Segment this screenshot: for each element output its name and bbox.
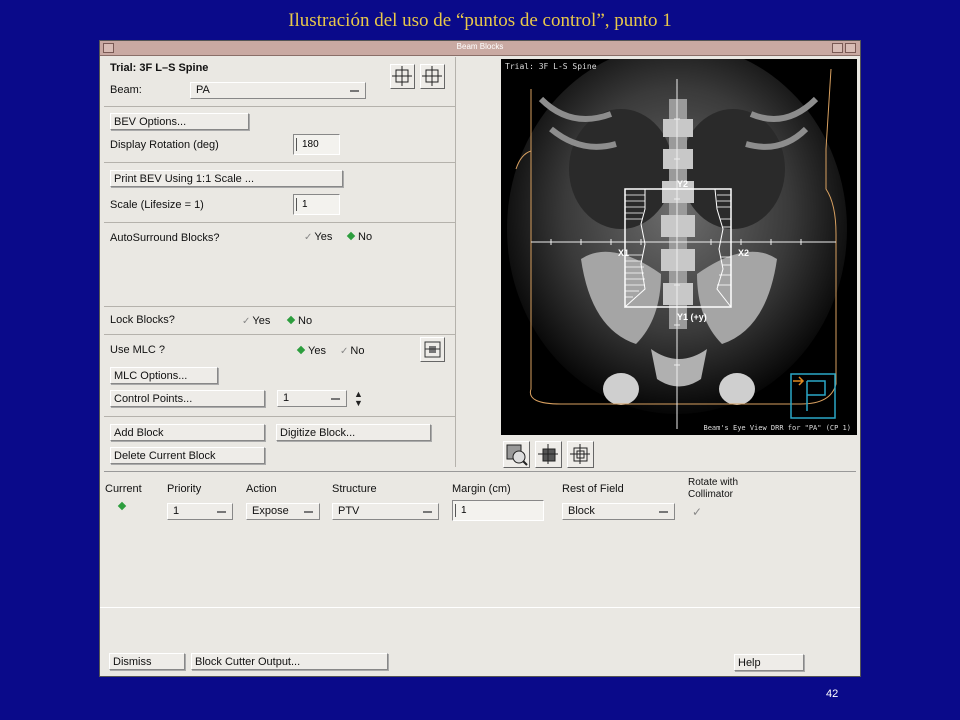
delete-block-button[interactable]: Delete Current Block bbox=[110, 447, 265, 464]
minimize-icon[interactable] bbox=[832, 43, 843, 53]
margin-input[interactable]: 1 bbox=[452, 500, 544, 521]
display-rotation-label: Display Rotation (deg) bbox=[110, 139, 219, 151]
autosurround-yes-radio[interactable]: ✓ Yes bbox=[304, 231, 332, 243]
lock-blocks-yes-radio[interactable]: ✓ Yes bbox=[242, 315, 270, 327]
dismiss-button[interactable]: Dismiss bbox=[109, 653, 185, 670]
digitize-block-button[interactable]: Digitize Block... bbox=[276, 424, 431, 441]
rotate-with-collimator-checkbox[interactable]: ✓ bbox=[692, 505, 702, 519]
crosshair-icon-2[interactable] bbox=[420, 64, 445, 89]
crosshair-fill-icon[interactable] bbox=[535, 441, 562, 468]
col-header-margin: Margin (cm) bbox=[452, 483, 511, 495]
control-point-stepper-icon[interactable]: ▲ ▼ bbox=[354, 390, 363, 408]
selected-diamond-icon bbox=[296, 345, 306, 355]
priority-select[interactable]: 1 bbox=[167, 503, 233, 520]
col-header-action: Action bbox=[246, 483, 277, 495]
rest-of-field-select[interactable]: Block bbox=[562, 503, 675, 520]
help-button[interactable]: Help bbox=[734, 654, 804, 671]
check-icon: ✓ bbox=[340, 346, 349, 357]
autosurround-no-radio[interactable]: No bbox=[346, 231, 372, 243]
col-header-rotate: Rotate with Collimator bbox=[688, 477, 739, 500]
control-point-select[interactable]: 1 bbox=[277, 390, 347, 407]
maximize-icon[interactable] bbox=[845, 43, 856, 53]
structure-select[interactable]: PTV bbox=[332, 503, 439, 520]
col-header-rest-of-field: Rest of Field bbox=[562, 483, 624, 495]
zoom-icon[interactable] bbox=[503, 441, 530, 468]
check-icon: ✓ bbox=[242, 316, 251, 327]
autosurround-label: AutoSurround Blocks? bbox=[110, 232, 220, 244]
window-title: Beam Blocks bbox=[456, 42, 504, 51]
beam-blocks-window: Beam Blocks Trial: 3F L–S Spine Beam: PA… bbox=[99, 40, 861, 677]
window-titlebar[interactable]: Beam Blocks bbox=[100, 41, 860, 56]
lock-blocks-no-radio[interactable]: No bbox=[286, 315, 312, 327]
mlc-display-icon[interactable] bbox=[420, 337, 445, 362]
display-rotation-input[interactable]: 180 bbox=[293, 134, 340, 155]
jaw-label-x1: X1 bbox=[618, 248, 630, 258]
use-mlc-yes-radio[interactable]: Yes bbox=[296, 345, 326, 357]
crosshair-icon[interactable] bbox=[390, 64, 415, 89]
col-header-priority: Priority bbox=[167, 483, 202, 495]
col-header-structure: Structure bbox=[332, 483, 377, 495]
use-mlc-no-radio[interactable]: ✓ No bbox=[340, 345, 364, 357]
jaw-label-y1: Y1 (+y) bbox=[677, 312, 707, 322]
bev-drr-viewer[interactable]: Trial: 3F L-S Spine Y2 X1 X2 Y1 (+y) Bea… bbox=[501, 59, 857, 435]
jaw-label-y2: Y2 bbox=[677, 179, 689, 189]
current-block-indicator-icon[interactable] bbox=[117, 501, 127, 511]
use-mlc-label: Use MLC ? bbox=[110, 344, 166, 356]
crosshair-grid-icon[interactable] bbox=[567, 441, 594, 468]
viewer-bottom-caption: Beam's Eye View DRR for "PA" (CP 1) bbox=[703, 424, 851, 432]
block-cutter-output-button[interactable]: Block Cutter Output... bbox=[191, 653, 388, 670]
check-icon: ✓ bbox=[304, 232, 313, 243]
slide-page-number: 42 bbox=[826, 688, 839, 700]
col-header-current: Current bbox=[105, 483, 142, 495]
mlc-options-button[interactable]: MLC Options... bbox=[110, 367, 218, 384]
selected-diamond-icon bbox=[286, 315, 296, 325]
selected-diamond-icon bbox=[346, 231, 356, 241]
slide-title: Ilustración del uso de “puntos de contro… bbox=[288, 10, 672, 31]
control-points-button[interactable]: Control Points... bbox=[110, 390, 265, 407]
bev-options-button[interactable]: BEV Options... bbox=[110, 113, 249, 130]
print-bev-button[interactable]: Print BEV Using 1:1 Scale ... bbox=[110, 170, 343, 187]
scale-input[interactable]: 1 bbox=[293, 194, 340, 215]
viewer-trial-caption: Trial: 3F L-S Spine bbox=[505, 62, 597, 71]
add-block-button[interactable]: Add Block bbox=[110, 424, 265, 441]
lock-blocks-label: Lock Blocks? bbox=[110, 314, 175, 326]
jaw-label-x2: X2 bbox=[738, 248, 750, 258]
drr-image bbox=[501, 59, 857, 435]
beam-select[interactable]: PA bbox=[190, 82, 366, 99]
trial-label: Trial: 3F L–S Spine bbox=[110, 62, 209, 74]
scale-label: Scale (Lifesize = 1) bbox=[110, 199, 204, 211]
action-select[interactable]: Expose bbox=[246, 503, 320, 520]
beam-label: Beam: bbox=[110, 84, 142, 96]
